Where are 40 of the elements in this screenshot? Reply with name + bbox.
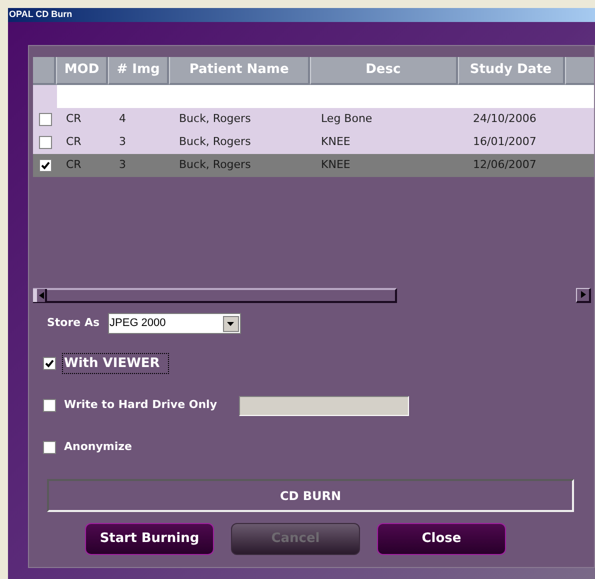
action-button[interactable]: Start Burning	[85, 523, 214, 555]
table-row[interactable]: CR 3 Buck, Rogers KNEE 16/01/2007	[33, 131, 594, 154]
table-cell-text: CR	[66, 157, 82, 174]
table-cell-text: Buck, Rogers	[179, 134, 251, 150]
checkbox[interactable]	[43, 357, 56, 370]
path-field[interactable]	[239, 396, 409, 416]
status-bar: CD BURN	[47, 479, 574, 512]
table-cell-text: Buck, Rogers	[179, 111, 251, 128]
scroll-left-icon[interactable]	[33, 288, 47, 302]
scroll-right-icon[interactable]	[576, 288, 591, 302]
action-button[interactable]: Close	[377, 523, 506, 555]
checkbox[interactable]	[43, 399, 56, 412]
table-cell-text: CR	[66, 111, 82, 128]
table-cell-text: Buck, Rogers	[179, 157, 251, 174]
format-dropdown[interactable]: JPEG 2000	[108, 313, 241, 334]
table-cell-text: 16/01/2007	[473, 134, 536, 150]
table-cell-text: Leg Bone	[321, 111, 372, 128]
scrollbar[interactable]	[33, 288, 397, 302]
option-label[interactable]: With VIEWER	[62, 352, 169, 374]
table-cell-text: 3	[119, 157, 126, 174]
checkbox[interactable]	[38, 159, 52, 172]
option-label[interactable]: Write to Hard Drive Only	[62, 396, 219, 415]
table-row[interactable]: CR 3 Buck, Rogers KNEE 12/06/2007	[33, 154, 594, 177]
table-cell-text: 12/06/2007	[473, 157, 536, 174]
table-cell-text: 24/10/2006	[473, 111, 536, 128]
table-cell-text: 4	[119, 111, 126, 128]
checkbox[interactable]	[38, 136, 52, 149]
table-row[interactable]: CR 4 Buck, Rogers Leg Bone 24/10/2006	[33, 108, 594, 131]
table-cell-text: KNEE	[321, 134, 350, 150]
header-cell	[33, 57, 56, 85]
table-cell-text: 3	[119, 134, 126, 150]
table-cell-text: KNEE	[321, 157, 350, 174]
table-cell-text: CR	[66, 134, 82, 150]
header-cell	[564, 57, 594, 85]
checkbox[interactable]	[43, 441, 56, 454]
window-title: OPAL CD Burn	[9, 8, 72, 22]
checkbox[interactable]	[38, 113, 52, 126]
option-label[interactable]: Anonymize	[62, 438, 134, 457]
row-header-cell	[33, 85, 57, 108]
store-as-label: Store As	[47, 315, 100, 332]
